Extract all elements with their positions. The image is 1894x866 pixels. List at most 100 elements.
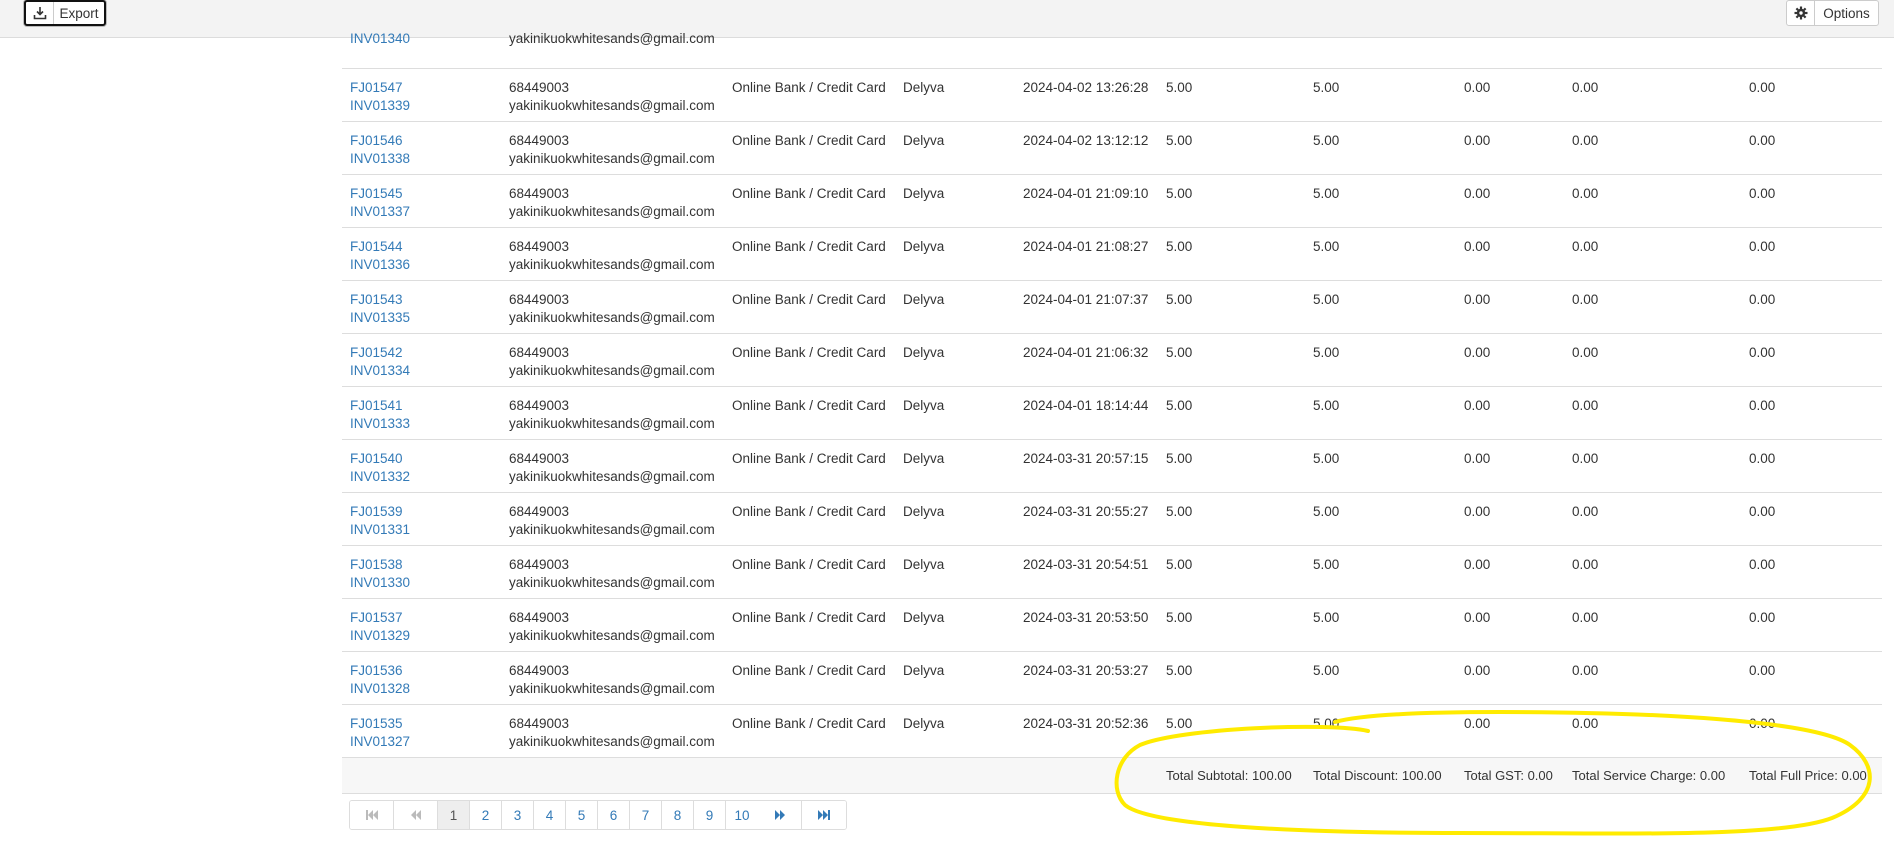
payment-method: Online Bank / Credit Card xyxy=(732,716,886,731)
page-number-button[interactable]: 6 xyxy=(598,801,630,829)
invoice-link[interactable]: INV01338 xyxy=(350,150,410,168)
orders-table: INV01340 yakinikuokwhitesands@gmail.com … xyxy=(342,31,1882,794)
invoice-link[interactable]: INV01328 xyxy=(350,680,410,698)
order-link[interactable]: FJ01540 xyxy=(350,450,410,468)
order-id-cell: FJ01545 INV01337 xyxy=(350,185,410,221)
invoice-link[interactable]: INV01330 xyxy=(350,574,410,592)
full-price: 0.00 xyxy=(1749,292,1776,307)
invoice-link[interactable]: INV01332 xyxy=(350,468,410,486)
table-row: FJ01537 INV01329 68449003 yakinikuokwhit… xyxy=(342,599,1882,652)
page-number-button[interactable]: 2 xyxy=(470,801,502,829)
invoice-link[interactable]: INV01333 xyxy=(350,415,410,433)
customer-email: yakinikuokwhitesands@gmail.com xyxy=(509,734,715,749)
order-link[interactable]: FJ01542 xyxy=(350,344,410,362)
order-link[interactable]: FJ01535 xyxy=(350,715,410,733)
invoice-link[interactable]: INV01329 xyxy=(350,627,410,645)
table-row: FJ01535 INV01327 68449003 yakinikuokwhit… xyxy=(342,705,1882,758)
order-date: 2024-03-31 20:52:36 xyxy=(1023,716,1149,731)
table-row: FJ01538 INV01330 68449003 yakinikuokwhit… xyxy=(342,546,1882,599)
customer-phone: 68449003 xyxy=(509,398,570,413)
page-number-button[interactable]: 7 xyxy=(630,801,662,829)
full-price: 0.00 xyxy=(1749,663,1776,678)
customer-cell: yakinikuokwhitesands@gmail.com xyxy=(509,30,715,48)
page-number-button[interactable]: 10 xyxy=(726,801,758,829)
order-link[interactable]: FJ01543 xyxy=(350,291,410,309)
customer-email: yakinikuokwhitesands@gmail.com xyxy=(509,98,715,113)
page-number-button[interactable]: 4 xyxy=(534,801,566,829)
subtotal: 5.00 xyxy=(1166,292,1193,307)
order-date: 2024-04-01 21:07:37 xyxy=(1023,292,1149,307)
service-charge: 0.00 xyxy=(1572,80,1599,95)
export-button[interactable]: Export xyxy=(24,0,106,26)
customer-cell: 68449003 yakinikuokwhitesands@gmail.com xyxy=(509,132,715,168)
order-id-cell: FJ01543 INV01335 xyxy=(350,291,410,327)
invoice-link[interactable]: INV01327 xyxy=(350,733,410,751)
invoice-link[interactable]: INV01334 xyxy=(350,362,410,380)
table-row: FJ01543 INV01335 68449003 yakinikuokwhit… xyxy=(342,281,1882,334)
order-link[interactable]: FJ01547 xyxy=(350,79,410,97)
order-link[interactable]: FJ01537 xyxy=(350,609,410,627)
page-number-button[interactable]: 1 xyxy=(438,801,470,829)
customer-email: yakinikuokwhitesands@gmail.com xyxy=(509,469,715,484)
order-link[interactable]: FJ01546 xyxy=(350,132,410,150)
invoice-link[interactable]: INV01336 xyxy=(350,256,410,274)
options-button[interactable]: Options xyxy=(1786,0,1879,26)
customer-email: yakinikuokwhitesands@gmail.com xyxy=(509,257,715,272)
delivery-provider: Delyva xyxy=(903,292,945,307)
delivery-provider: Delyva xyxy=(903,451,945,466)
delivery-provider: Delyva xyxy=(903,716,945,731)
next-page-icon[interactable] xyxy=(758,801,802,829)
invoice-link[interactable]: INV01340 xyxy=(350,30,410,48)
order-link[interactable]: FJ01538 xyxy=(350,556,410,574)
payment-method: Online Bank / Credit Card xyxy=(732,186,886,201)
total-full-price: Total Full Price: 0.00 xyxy=(1749,768,1867,783)
gst: 0.00 xyxy=(1464,239,1491,254)
delivery-provider: Delyva xyxy=(903,80,945,95)
discount: 5.00 xyxy=(1313,451,1340,466)
service-charge: 0.00 xyxy=(1572,292,1599,307)
customer-phone: 68449003 xyxy=(509,504,570,519)
customer-cell: 68449003 yakinikuokwhitesands@gmail.com xyxy=(509,185,715,221)
order-link[interactable]: FJ01544 xyxy=(350,238,410,256)
order-link[interactable]: FJ01541 xyxy=(350,397,410,415)
discount: 5.00 xyxy=(1313,239,1340,254)
page-number-button[interactable]: 8 xyxy=(662,801,694,829)
gst: 0.00 xyxy=(1464,557,1491,572)
page-number-button[interactable]: 3 xyxy=(502,801,534,829)
invoice-link[interactable]: INV01335 xyxy=(350,309,410,327)
prev-page-icon[interactable] xyxy=(394,801,438,829)
service-charge: 0.00 xyxy=(1572,663,1599,678)
customer-cell: 68449003 yakinikuokwhitesands@gmail.com xyxy=(509,79,715,115)
service-charge: 0.00 xyxy=(1572,451,1599,466)
customer-phone: 68449003 xyxy=(509,663,570,678)
gst: 0.00 xyxy=(1464,80,1491,95)
customer-cell: 68449003 yakinikuokwhitesands@gmail.com xyxy=(509,503,715,539)
order-link[interactable]: FJ01536 xyxy=(350,662,410,680)
invoice-link[interactable]: INV01337 xyxy=(350,203,410,221)
payment-method: Online Bank / Credit Card xyxy=(732,663,886,678)
options-label: Options xyxy=(1823,5,1870,21)
customer-email: yakinikuokwhitesands@gmail.com xyxy=(509,310,715,325)
total-service-charge: Total Service Charge: 0.00 xyxy=(1572,768,1726,783)
page-number-button[interactable]: 9 xyxy=(694,801,726,829)
first-page-icon[interactable] xyxy=(350,801,394,829)
order-date: 2024-03-31 20:55:27 xyxy=(1023,504,1149,519)
table-row-partial: INV01340 yakinikuokwhitesands@gmail.com xyxy=(342,31,1882,69)
payment-method: Online Bank / Credit Card xyxy=(732,345,886,360)
discount: 5.00 xyxy=(1313,610,1340,625)
table-row: FJ01536 INV01328 68449003 yakinikuokwhit… xyxy=(342,652,1882,705)
page-number-button[interactable]: 5 xyxy=(566,801,598,829)
export-label: Export xyxy=(59,5,99,21)
order-date: 2024-03-31 20:53:50 xyxy=(1023,610,1149,625)
payment-method: Online Bank / Credit Card xyxy=(732,504,886,519)
subtotal: 5.00 xyxy=(1166,663,1193,678)
service-charge: 0.00 xyxy=(1572,133,1599,148)
customer-cell: 68449003 yakinikuokwhitesands@gmail.com xyxy=(509,238,715,274)
order-link[interactable]: FJ01545 xyxy=(350,185,410,203)
invoice-link[interactable]: INV01331 xyxy=(350,521,410,539)
invoice-link[interactable]: INV01339 xyxy=(350,97,410,115)
order-date: 2024-04-01 21:09:10 xyxy=(1023,186,1149,201)
customer-phone: 68449003 xyxy=(509,610,570,625)
order-link[interactable]: FJ01539 xyxy=(350,503,410,521)
last-page-icon[interactable] xyxy=(802,801,846,829)
